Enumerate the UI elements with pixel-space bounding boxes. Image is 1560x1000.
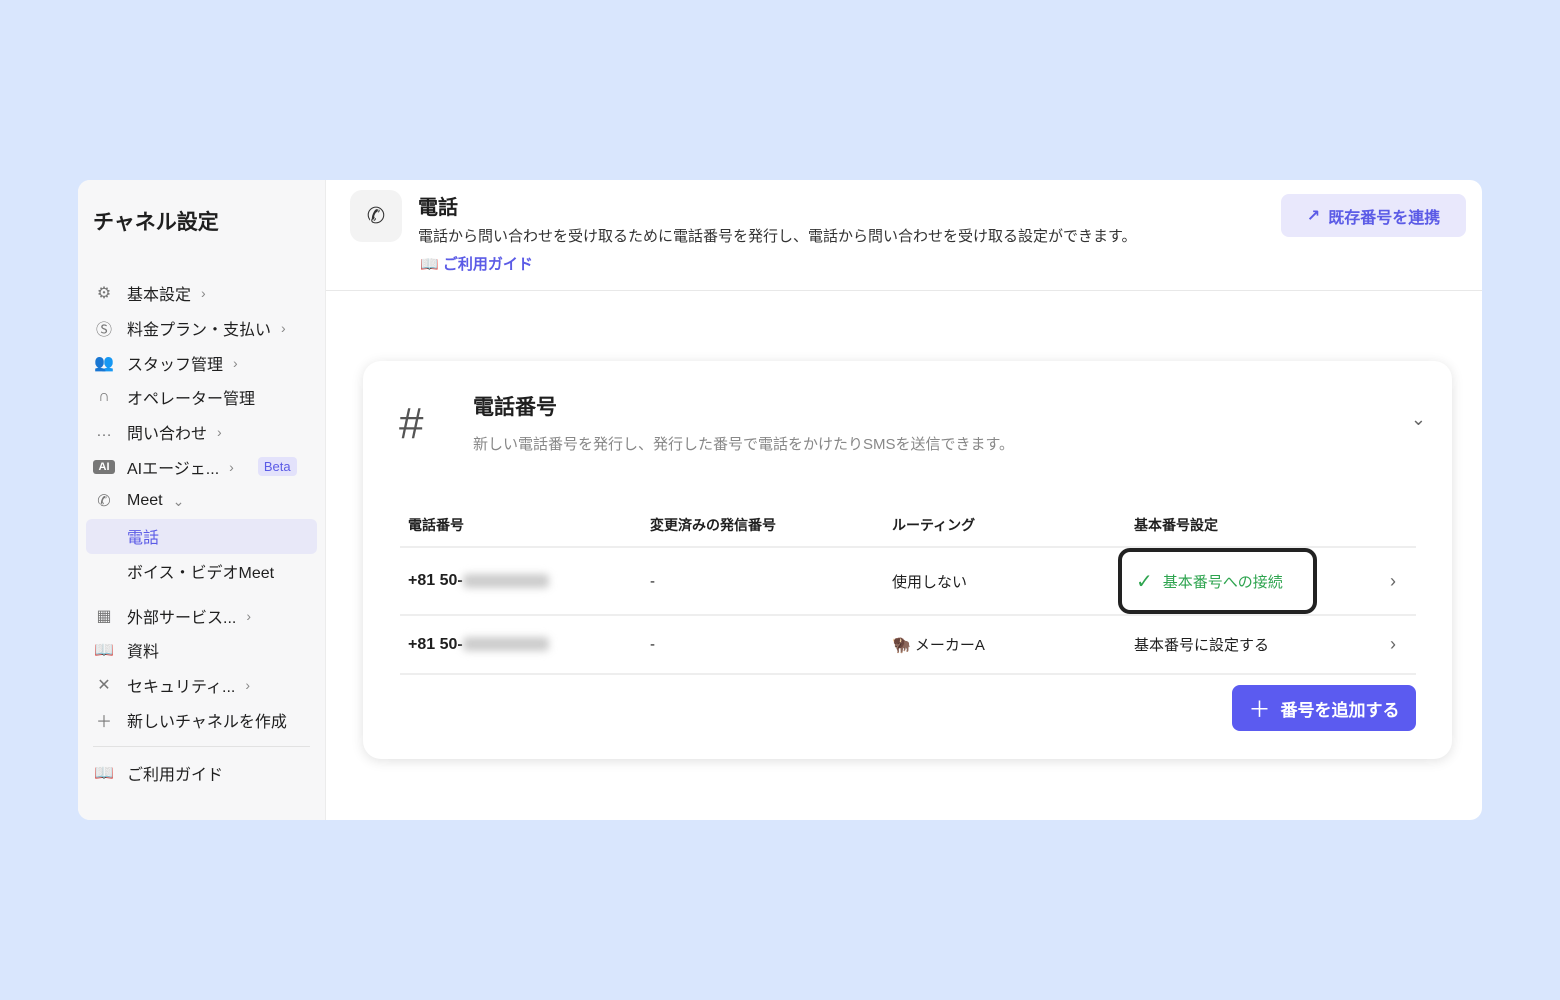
sidebar-item-documents[interactable]: 📖 資料 — [86, 633, 317, 668]
sidebar-item-guide[interactable]: 📖 ご利用ガイド — [86, 756, 317, 791]
phone-icon: ✆ — [350, 190, 402, 242]
sidebar-item-external[interactable]: ▦ 外部サービス... › — [86, 598, 317, 633]
chevron-down-icon: ⌄ — [172, 492, 185, 509]
label: 外部サービス... — [127, 609, 237, 627]
phone-icon: ✆ — [97, 493, 111, 511]
set-base-number-link[interactable]: 基本番号に設定する — [1126, 615, 1356, 675]
caller-id: - — [642, 615, 884, 675]
card-title: 電話番号 — [473, 396, 557, 419]
sidebar-item-meet[interactable]: ✆ Meet ⌄ — [86, 484, 317, 519]
chevron-right-icon[interactable]: › — [1356, 615, 1416, 675]
label: Meet — [127, 492, 163, 510]
phone-number: +81 50- — [400, 615, 642, 675]
phone-number: +81 50- — [400, 547, 642, 616]
label: 基本設定 — [127, 287, 192, 305]
sidebar-item-voice-video[interactable]: ボイス・ビデオMeet — [86, 554, 317, 589]
routing: 🦬 メーカーA — [884, 615, 1126, 675]
column-header-empty — [1356, 503, 1416, 548]
chevron-right-icon: › — [246, 607, 252, 624]
label: 資料 — [127, 644, 160, 662]
book-icon: 📖 — [420, 256, 443, 273]
book-icon: 📖 — [94, 765, 114, 783]
sidebar-title: チャネル設定 — [93, 211, 219, 234]
book-icon: 📖 — [94, 642, 114, 660]
label: スタッフ管理 — [127, 356, 224, 374]
sidebar-item-staff[interactable]: 👥 スタッフ管理 › — [86, 345, 317, 380]
sidebar-item-inquiries[interactable]: … 問い合わせ › — [86, 415, 317, 450]
sidebar-item-ai-agent[interactable]: AI AIエージェ... › Beta — [86, 449, 317, 484]
base-number-setting[interactable]: ✓ 基本番号への接続 — [1118, 547, 1356, 616]
add-number-button[interactable]: ＋ 番号を追加する — [1232, 685, 1416, 731]
column-header: 変更済みの発信番号 — [642, 503, 884, 548]
app-window: チャネル設定 ⚙ 基本設定 › Ⓢ 料金プラン・支払い › 👥 スタッフ管理 › ∩ オペレー… — [78, 180, 1482, 820]
label: ボイス・ビデオMeet — [127, 564, 275, 582]
link-existing-number-button[interactable]: ↗ 既存番号を連携 — [1281, 194, 1466, 237]
label: +81 50- — [408, 635, 463, 653]
dollar-icon: Ⓢ — [95, 322, 112, 340]
plus-icon: ＋ — [95, 713, 112, 731]
chat-icon: … — [96, 423, 112, 441]
page-header: ✆ 電話 電話から問い合わせを受け取るために電話番号を発行し、電話から問い合わせ… — [326, 180, 1482, 291]
check-icon: ✓ — [1136, 570, 1153, 593]
label: 電話 — [127, 530, 160, 548]
chevron-right-icon: › — [229, 458, 234, 475]
label: 既存番号を連携 — [1328, 209, 1441, 227]
guide-link[interactable]: 📖 ご利用ガイド — [420, 253, 533, 274]
connected-status[interactable]: ✓ 基本番号への接続 — [1118, 548, 1317, 614]
chevron-right-icon: › — [217, 424, 222, 441]
divider — [93, 745, 310, 747]
column-header: 電話番号 — [400, 503, 642, 548]
grid-icon: ▦ — [96, 607, 112, 625]
redacted — [462, 637, 549, 652]
bison-icon: 🦬 — [892, 637, 915, 654]
label: AIエージェ... — [127, 460, 220, 478]
table-row[interactable]: +81 50- - 使用しない ✓ 基本番号への接続 › — [400, 547, 1416, 616]
beta-badge: Beta — [257, 457, 297, 477]
sidebar: チャネル設定 ⚙ 基本設定 › Ⓢ 料金プラン・支払い › 👥 スタッフ管理 › ∩ オペレー… — [78, 180, 326, 820]
label: セキュリティ... — [127, 678, 236, 696]
chevron-right-icon: › — [201, 285, 206, 302]
page-description: 電話から問い合わせを受け取るために電話番号を発行し、電話から問い合わせを受け取る… — [418, 228, 1137, 245]
label: ご利用ガイド — [127, 767, 224, 785]
ai-icon: AI — [93, 459, 115, 474]
external-link-icon: ↗ — [1306, 207, 1321, 225]
chevron-down-icon[interactable]: ⌄ — [1411, 409, 1426, 430]
label: メーカーA — [914, 637, 985, 654]
label: +81 50- — [408, 572, 463, 589]
chevron-right-icon: › — [245, 676, 251, 693]
sidebar-item-operators[interactable]: ∩ オペレーター管理 — [86, 380, 317, 415]
label: 番号を追加する — [1280, 700, 1400, 720]
hash-icon: # — [399, 399, 424, 448]
tools-icon: ✕ — [97, 676, 111, 694]
headset-icon: ∩ — [98, 388, 110, 406]
label: ご利用ガイド — [442, 256, 533, 273]
chevron-right-icon[interactable]: › — [1356, 547, 1416, 616]
chevron-right-icon: › — [233, 354, 238, 371]
label: 料金プラン・支払い — [127, 322, 272, 340]
phone-numbers-card: # 電話番号 新しい電話番号を発行し、発行した番号で電話をかけたりSMSを送信で… — [363, 361, 1452, 759]
main-content: ✆ 電話 電話から問い合わせを受け取るために電話番号を発行し、電話から問い合わせ… — [326, 180, 1482, 820]
label: 問い合わせ — [127, 426, 208, 444]
label: 基本番号への接続 — [1162, 573, 1283, 591]
chevron-right-icon: › — [281, 320, 286, 337]
routing: 使用しない — [884, 547, 1126, 616]
redacted — [462, 573, 549, 588]
table-row[interactable]: +81 50- - 🦬 メーカーA 基本番号に設定する › — [400, 615, 1416, 675]
phone-numbers-table: 電話番号 変更済みの発信番号 ルーティング 基本番号設定 +81 50- - 使… — [400, 503, 1416, 675]
users-icon: 👥 — [94, 354, 114, 372]
page-title: 電話 — [418, 197, 458, 219]
gear-icon: ⚙ — [96, 285, 112, 303]
plus-icon: ＋ — [1248, 697, 1271, 722]
column-header: ルーティング — [884, 503, 1126, 548]
sidebar-item-new-channel[interactable]: ＋ 新しいチャネルを作成 — [86, 702, 317, 737]
card-description: 新しい電話番号を発行し、発行した番号で電話をかけたりSMSを送信できます。 — [473, 436, 1015, 453]
sidebar-item-billing[interactable]: Ⓢ 料金プラン・支払い › — [86, 311, 317, 346]
sidebar-item-security[interactable]: ✕ セキュリティ... › — [86, 668, 317, 703]
sidebar-item-phone[interactable]: 電話 — [86, 518, 317, 554]
column-header: 基本番号設定 — [1126, 503, 1356, 548]
label: オペレーター管理 — [127, 391, 256, 409]
caller-id: - — [642, 547, 884, 616]
sidebar-item-basic[interactable]: ⚙ 基本設定 › — [86, 276, 317, 311]
label: 新しいチャネルを作成 — [127, 713, 287, 731]
